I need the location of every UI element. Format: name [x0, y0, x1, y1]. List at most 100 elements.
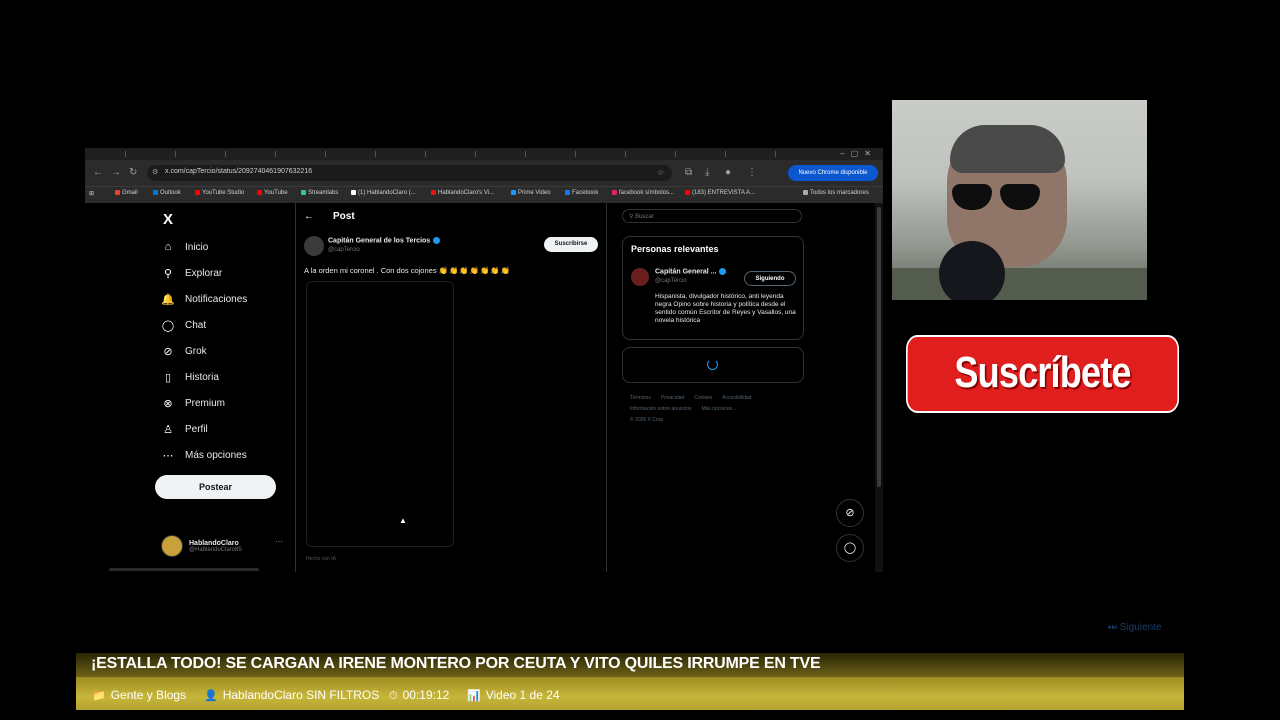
bookmarks-bar: ⊞ Gmail Outlook YouTube Studio YouTube S…	[85, 186, 883, 203]
nav-notificaciones[interactable]: 🔔 Notificaciones	[161, 290, 247, 308]
nav-premium[interactable]: ⊗ Premium	[161, 394, 225, 412]
profile-icon: ♙	[163, 423, 173, 436]
clap-emojis: 👏👏👏👏👏👏👏	[438, 266, 512, 275]
grok-fab-icon[interactable]: ⊘	[836, 499, 864, 527]
copyright: © 2026 X Corp.	[630, 417, 665, 423]
back-arrow-icon[interactable]: ←	[304, 211, 314, 222]
x-logo[interactable]: X	[163, 211, 173, 228]
account-more-icon[interactable]: ···	[275, 537, 283, 546]
timer-icon: ⏱	[389, 690, 398, 702]
account-handle: @HablandoClaro85	[189, 546, 242, 553]
menu-icon[interactable]: ⋮	[747, 167, 757, 179]
page-title: Post	[333, 211, 355, 222]
forward-icon[interactable]: →	[111, 167, 121, 179]
ai-label: Hecho con IA	[306, 556, 337, 562]
author-avatar[interactable]	[304, 236, 324, 256]
bookmark-youtube-studio[interactable]: YouTube Studio	[195, 190, 244, 196]
search-input[interactable]: ⚲ Buscar	[622, 209, 802, 223]
tab-strip[interactable]: –▢✕	[85, 148, 883, 160]
webcam-feed	[892, 100, 1147, 300]
footer-link[interactable]: Accesibilidad	[722, 395, 751, 401]
home-icon: ⌂	[164, 241, 172, 253]
post-column: ← Post Capitán General de los Tercios @c…	[295, 203, 607, 572]
bookmark-all[interactable]: Todos los marcadores	[803, 190, 869, 196]
address-bar[interactable]: ⚙ x.com/capTercio/status/209274046190763…	[147, 165, 672, 181]
nav-mas-opciones[interactable]: ⋯ Más opciones	[161, 446, 247, 464]
author-name[interactable]: Capitán General de los Tercios	[328, 237, 441, 244]
duration: ⏱ 00:19:12	[389, 688, 450, 702]
category[interactable]: 📁 Gente y Blogs	[92, 688, 186, 702]
site-info-icon[interactable]: ⚙	[152, 167, 158, 179]
nav-inicio[interactable]: ⌂ Inicio	[161, 238, 209, 256]
post-media[interactable]: ▲	[306, 281, 454, 547]
info-bar: 📁 Gente y Blogs 👤 HablandoClaro SIN FILTRO…	[76, 677, 1184, 710]
subscribe-graphic[interactable]: Suscríbete	[906, 335, 1180, 413]
search-icon: ⚲	[163, 267, 173, 280]
channel[interactable]: 👤 HablandoClaro SIN FILTROS	[204, 688, 379, 702]
horizontal-scrollbar[interactable]	[109, 568, 259, 571]
nav-historia[interactable]: ▯ Historia	[161, 368, 219, 386]
post-button[interactable]: Postear	[155, 475, 276, 499]
chrome-update-button[interactable]: Nuevo Chrome disponible	[788, 165, 878, 181]
relevant-handle: @capTercio	[655, 278, 687, 284]
nav-grok[interactable]: ⊘ Grok	[161, 342, 206, 360]
footer-links: Términos Privacidad Cookies Accesibilidad I…	[630, 393, 800, 426]
bookmark-prime-video[interactable]: Prime Video	[511, 190, 551, 196]
apps-icon[interactable]: ⊞	[89, 190, 94, 197]
profile-icon[interactable]: ●	[725, 167, 731, 179]
sunglasses	[952, 184, 1042, 212]
messages-fab-icon[interactable]: ◯	[836, 534, 864, 562]
avatar	[161, 535, 183, 557]
more-icon: ⋯	[162, 449, 174, 462]
footer-link[interactable]: Cookies	[694, 395, 712, 401]
scrollbar[interactable]	[875, 203, 883, 572]
bookmark-gmail[interactable]: Gmail	[115, 190, 138, 196]
extension-icon[interactable]: ⧉	[685, 167, 692, 179]
bookmark-hablandoclaro[interactable]: HablandoClaro's Vi...	[431, 190, 494, 196]
microphone	[939, 241, 1005, 300]
footer-link[interactable]: Información sobre anuncios	[630, 406, 691, 412]
bookmark-streamlabs[interactable]: Streamlabs	[301, 190, 338, 196]
bookmark-youtube[interactable]: YouTube	[257, 190, 288, 196]
bookmark-outlook[interactable]: Outlook	[153, 190, 181, 196]
relevant-name[interactable]: Capitán General ...	[655, 268, 727, 275]
relevant-title: Personas relevantes	[631, 244, 719, 254]
nav-perfil[interactable]: ♙ Perfil	[161, 420, 208, 438]
bookmark-entrevista[interactable]: (183) ENTREVISTA A...	[685, 190, 755, 196]
star-icon[interactable]: ☆	[657, 167, 664, 179]
chart-icon: 📊	[467, 690, 481, 702]
nav-chat[interactable]: ◯ Chat	[161, 316, 206, 334]
next-video-link[interactable]: ⏭ Siguiente	[1108, 622, 1161, 633]
chat-icon: ◯	[161, 319, 175, 332]
relevant-bio: Hispanista, divulgador histórico, anti l…	[655, 293, 796, 324]
footer-link[interactable]: Privacidad	[661, 395, 684, 401]
account-switcher[interactable]: HablandoClaro @HablandoClaro85	[161, 535, 242, 557]
window-controls[interactable]: –▢✕	[840, 149, 877, 158]
author-handle: @capTercio	[328, 247, 360, 253]
footer-link[interactable]: Más opciones ...	[701, 406, 737, 412]
premium-icon: ⊗	[163, 397, 173, 410]
bookmark-facebook[interactable]: Facebook	[565, 190, 598, 196]
following-button[interactable]: Siguiendo	[744, 271, 796, 286]
browser-window: –▢✕ ← → ↻ ⚙ x.com/capTercio/status/20927…	[85, 148, 883, 572]
relevant-avatar[interactable]	[631, 268, 649, 286]
playlist-position: 📊 Video 1 de 24	[467, 688, 560, 702]
download-icon[interactable]: ⤓	[705, 167, 709, 179]
video-title: ¡ESTALLA TODO! SE CARGAN A IRENE MONTERO…	[91, 655, 821, 672]
browser-toolbar: ← → ↻ ⚙ x.com/capTercio/status/209274046…	[85, 160, 883, 186]
title-banner: ¡ESTALLA TODO! SE CARGAN A IRENE MONTERO…	[76, 653, 1184, 677]
bookmark-x[interactable]: (1) HablandoClaro (...	[351, 190, 416, 196]
bookmark-icon: ▯	[164, 371, 172, 384]
footer-link[interactable]: Términos	[630, 395, 651, 401]
reload-icon[interactable]: ↻	[129, 167, 137, 179]
bookmark-facebook-simbolos[interactable]: facebook símbolos...	[612, 190, 674, 196]
right-sidebar: ⚲ Buscar Personas relevantes Capitán Gen…	[620, 203, 810, 572]
user-icon: 👤	[204, 690, 218, 702]
subscribe-button[interactable]: Suscribirse	[544, 237, 598, 252]
relevant-people-card: Personas relevantes Capitán General ... …	[622, 236, 804, 340]
loading-spinner-icon	[707, 359, 718, 370]
nav-explorar[interactable]: ⚲ Explorar	[161, 264, 222, 282]
back-icon[interactable]: ←	[93, 167, 103, 179]
account-name: HablandoClaro	[189, 539, 239, 547]
grok-icon: ⊘	[163, 345, 173, 358]
